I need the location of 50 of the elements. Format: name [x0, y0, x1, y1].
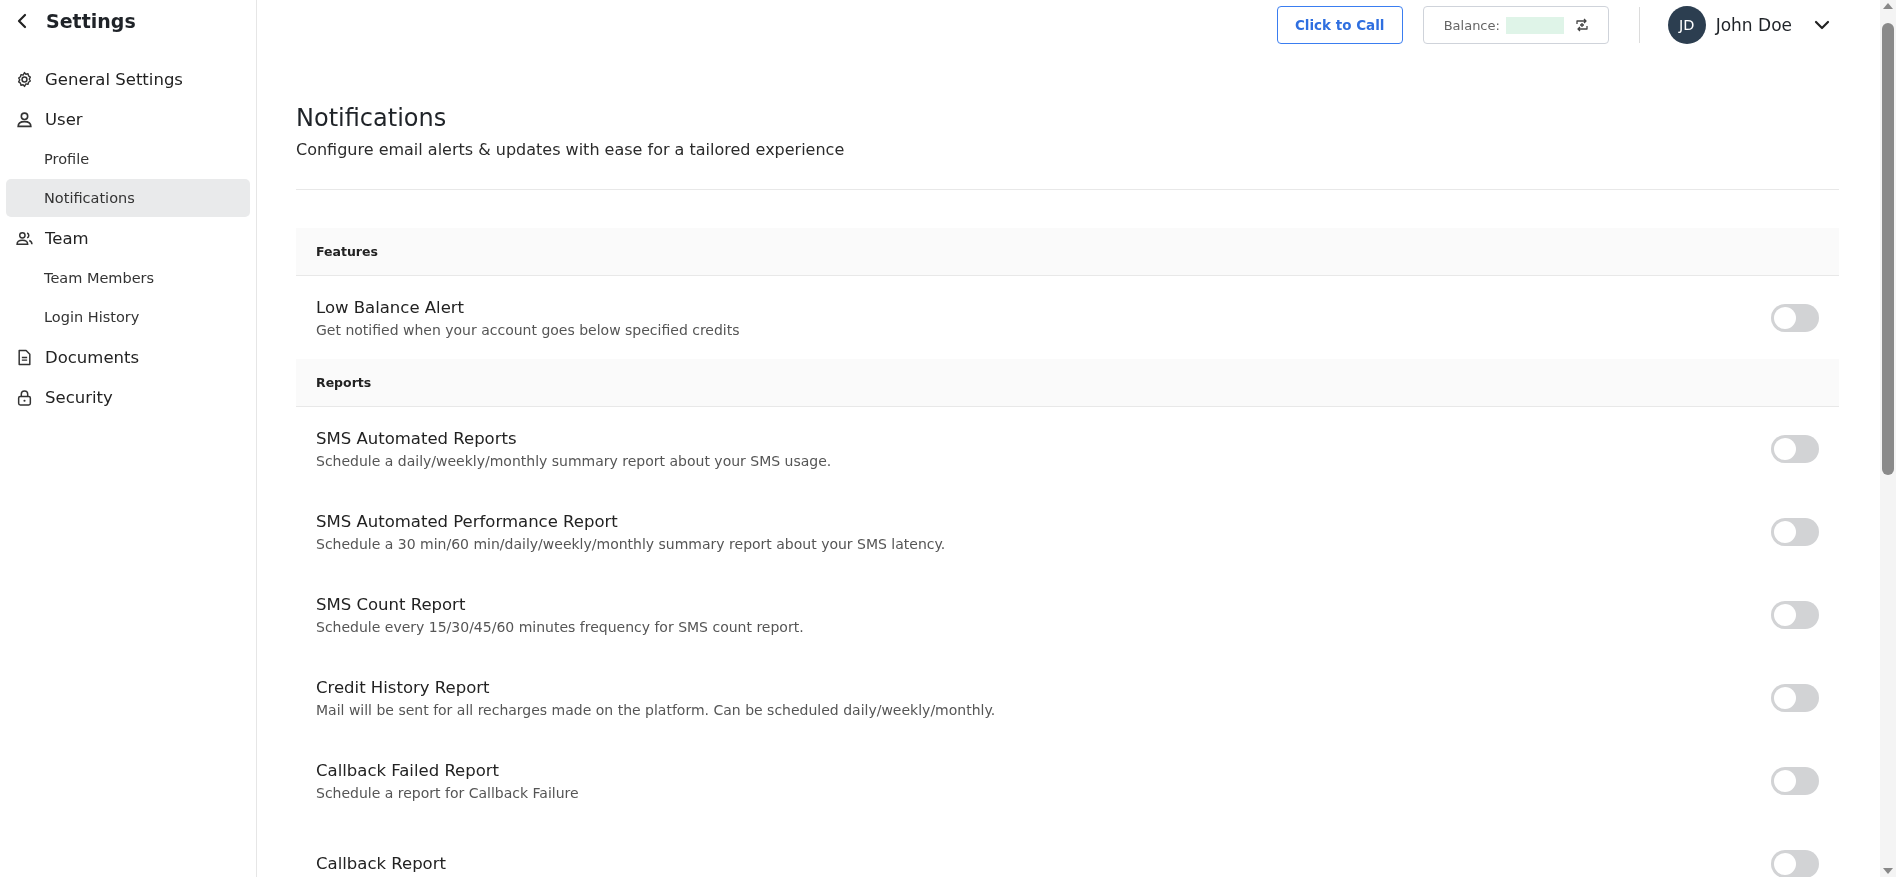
- user-icon: [16, 110, 33, 128]
- setting-description: Schedule every 15/30/45/60 minutes frequency for SMS count report.: [316, 618, 805, 635]
- document-icon: [16, 348, 33, 366]
- setting-title: SMS Automated Reports: [316, 428, 518, 448]
- sidebar-subitem[interactable]: Login History: [6, 298, 250, 336]
- back-icon[interactable]: [16, 13, 28, 29]
- scroll-up-icon[interactable]: [1883, 3, 1893, 9]
- setting-title: Callback Report: [316, 854, 447, 873]
- page-subtitle: Configure email alerts & updates with ease for a tailored experience: [296, 140, 846, 159]
- section-header: Reports: [296, 359, 1839, 407]
- sidebar-item[interactable]: Team: [6, 218, 250, 258]
- click-to-call-button[interactable]: Click to Call: [1276, 6, 1403, 44]
- setting-title: Callback Failed Report: [316, 760, 501, 780]
- setting-description: Mail will be sent for all recharges made on the platform. Can be scheduled daily/weekly/monthly.: [316, 701, 997, 718]
- sidebar-title: Settings: [46, 10, 136, 32]
- user-name[interactable]: John Doe: [1715, 15, 1792, 35]
- sidebar-subitem[interactable]: Team Members: [6, 259, 250, 297]
- refresh-icon[interactable]: [1573, 17, 1590, 33]
- section-header: Features: [296, 228, 1839, 276]
- page-title: Notifications: [296, 104, 448, 132]
- sidebar-subitem[interactable]: Notifications: [6, 179, 250, 217]
- sidebar-item[interactable]: Security: [6, 377, 250, 417]
- toggle-switch[interactable]: [1771, 434, 1819, 463]
- setting-title: SMS Count Report: [316, 594, 467, 614]
- setting-title: Credit History Report: [316, 677, 491, 697]
- scrollbar[interactable]: [1880, 0, 1896, 877]
- chevron-down-icon[interactable]: [1814, 20, 1830, 30]
- balance-value-placeholder: [1505, 16, 1564, 34]
- toggle-switch[interactable]: [1771, 600, 1819, 629]
- toggle-switch[interactable]: [1771, 517, 1819, 546]
- avatar[interactable]: JD: [1667, 6, 1706, 44]
- setting-description: Schedule a report for Callback Failure: [316, 784, 580, 801]
- sidebar-item[interactable]: Documents: [6, 337, 250, 377]
- sidebar-item[interactable]: User: [6, 99, 250, 139]
- scroll-down-icon[interactable]: [1883, 868, 1893, 874]
- sidebar-item[interactable]: General Settings: [6, 59, 250, 99]
- setting-title: SMS Automated Performance Report: [316, 511, 619, 531]
- toggle-switch[interactable]: [1771, 849, 1819, 877]
- balance-label: Balance:: [1443, 17, 1500, 33]
- setting-description: Schedule a 30 min/60 min/daily/weekly/monthly summary report about your SMS latency.: [316, 535, 947, 552]
- sidebar-subitem[interactable]: Profile: [6, 140, 250, 178]
- setting-title: Low Balance Alert: [316, 297, 466, 317]
- team-icon: [16, 229, 33, 247]
- setting-description: Schedule a daily/weekly/monthly summary report about your SMS usage.: [316, 452, 833, 469]
- toggle-switch[interactable]: [1771, 766, 1819, 795]
- setting-description: Get notified when your account goes below specified credits: [316, 321, 741, 338]
- toggle-switch[interactable]: [1771, 303, 1819, 332]
- toggle-switch[interactable]: [1771, 683, 1819, 712]
- lock-icon: [16, 388, 33, 406]
- settings-icon: [16, 70, 33, 88]
